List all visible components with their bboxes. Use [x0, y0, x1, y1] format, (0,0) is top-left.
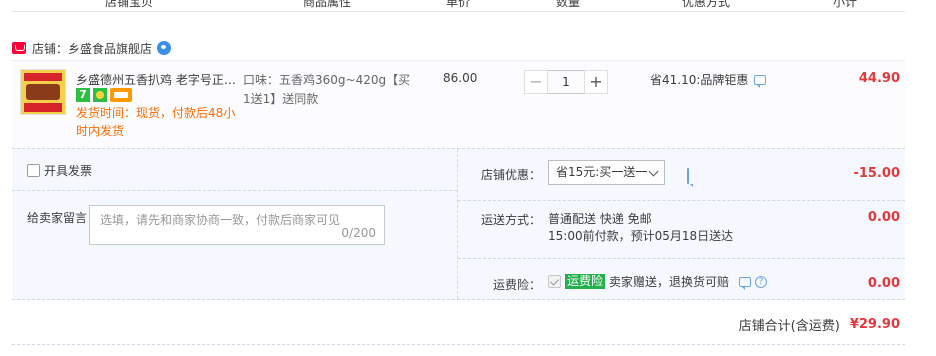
- insurance-text: 卖家赠送，退换货可赔: [609, 275, 730, 289]
- quantity-stepper: − 1 +: [524, 70, 608, 94]
- promo-text: 省41.10:品牌钜惠: [650, 73, 749, 87]
- coupon-select[interactable]: 省15元:买一送一: [548, 160, 665, 185]
- col-header-attrs: 商品属性: [303, 0, 352, 9]
- shop-name[interactable]: 店铺：乡盛食品旗舰店: [32, 40, 152, 57]
- chevron-down-icon: [648, 166, 659, 177]
- qty-plus-button[interactable]: +: [584, 70, 608, 94]
- ship-time-note: 发货时间：现货，付款后48小时内发货: [76, 106, 236, 138]
- col-header-item: 店铺宝贝: [105, 0, 154, 9]
- card-icon[interactable]: [110, 88, 132, 102]
- product-title[interactable]: 乡盛德州五香扒鸡 老字号正宗...: [76, 71, 236, 88]
- insurance-option: 运费险 卖家赠送，退换货可赔 ?: [548, 273, 768, 290]
- comment-icon[interactable]: [687, 168, 689, 184]
- comment-icon[interactable]: [739, 276, 752, 290]
- invoice-option[interactable]: 开具发票: [27, 162, 92, 179]
- col-header-subtotal: 小计: [833, 0, 858, 9]
- comment-icon[interactable]: [754, 74, 767, 88]
- shop-row: 店铺：乡盛食品旗舰店: [12, 40, 172, 57]
- guarantee-icon[interactable]: [93, 88, 107, 102]
- shipping-fee: 0.00: [867, 210, 900, 225]
- shipping-info: 普通配送 快递 免邮 15:00前付款，预计05月18日送达: [548, 211, 733, 245]
- qty-minus-button[interactable]: −: [524, 70, 548, 94]
- insurance-checkbox: [548, 275, 561, 288]
- coupon-amount: -15.00: [853, 166, 900, 181]
- wangwang-icon[interactable]: [157, 41, 172, 55]
- shop-total: 店铺合计(含运费) ¥29.90: [739, 315, 900, 334]
- coupon-label: 店铺优惠：: [481, 168, 542, 182]
- shipping-method: 普通配送 快递 免邮: [548, 212, 652, 226]
- product-attributes: 口味：五香鸡360g~420g【买1送1】送同款: [243, 73, 411, 106]
- message-counter: 0/200: [341, 226, 376, 240]
- col-header-qty: 数量: [556, 0, 581, 9]
- shop-total-value: ¥29.90: [849, 317, 900, 332]
- panel-divider: [458, 258, 905, 259]
- invoice-checkbox[interactable]: [27, 164, 40, 177]
- panel-divider: [458, 200, 905, 201]
- col-header-promo: 优惠方式: [682, 0, 731, 9]
- service-icons: 7: [76, 88, 132, 102]
- coupon-selected: 省15元:买一送一: [556, 165, 648, 179]
- message-placeholder: 选填，请先和商家协商一致，付款后商家可见: [100, 213, 341, 227]
- item-subtotal: 44.90: [858, 71, 900, 86]
- 7-day-return-icon[interactable]: 7: [76, 88, 90, 102]
- panel-vertical-divider: [457, 149, 458, 299]
- insurance-fee: 0.00: [867, 276, 900, 291]
- invoice-label: 开具发票: [44, 164, 93, 178]
- bottom-divider: [12, 344, 905, 345]
- unit-price: 86.00: [443, 71, 478, 85]
- shipping-eta: 15:00前付款，预计05月18日送达: [548, 229, 734, 243]
- promo-info: 省41.10:品牌钜惠: [650, 71, 767, 88]
- help-icon[interactable]: ?: [755, 275, 768, 288]
- shop-total-label: 店铺合计(含运费): [738, 319, 840, 334]
- insurance-label: 运费险：: [493, 278, 542, 292]
- shipping-label: 运送方式：: [481, 213, 542, 227]
- header-divider: [12, 11, 905, 12]
- insurance-badge: 运费险: [565, 274, 606, 289]
- message-textarea[interactable]: 选填，请先和商家协商一致，付款后商家可见 0/200: [89, 205, 385, 245]
- product-thumbnail[interactable]: [20, 69, 66, 115]
- panel-divider: [12, 190, 457, 191]
- qty-input[interactable]: 1: [548, 70, 584, 94]
- col-header-price: 单价: [446, 0, 471, 9]
- tmall-icon: [12, 42, 26, 54]
